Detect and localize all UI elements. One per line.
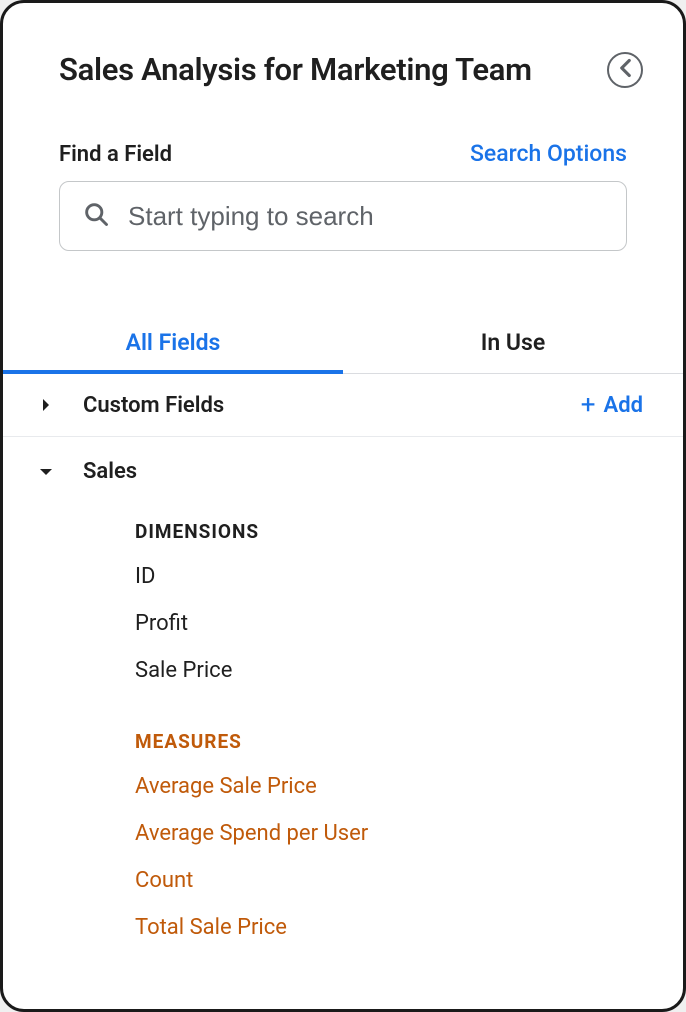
dimension-field-sale-price[interactable]: Sale Price: [135, 647, 643, 694]
find-field-label: Find a Field: [59, 142, 172, 167]
chevron-left-icon: [619, 58, 632, 82]
search-options-link[interactable]: Search Options: [470, 140, 627, 167]
dimensions-group-label: DIMENSIONS: [135, 520, 643, 543]
search-icon: [82, 200, 110, 232]
sales-label: Sales: [83, 459, 137, 484]
find-field-header: Find a Field Search Options: [3, 104, 683, 181]
panel-header: Sales Analysis for Marketing Team: [3, 3, 683, 104]
tab-all-fields[interactable]: All Fields: [3, 311, 343, 373]
measure-field-avg-sale-price[interactable]: Average Sale Price: [135, 763, 643, 810]
search-box[interactable]: [59, 181, 627, 251]
search-input[interactable]: [128, 201, 604, 232]
add-custom-field-button[interactable]: + Add: [581, 392, 643, 418]
add-label: Add: [604, 393, 643, 418]
panel-title: Sales Analysis for Marketing Team: [59, 51, 532, 88]
measures-group-label: MEASURES: [135, 730, 643, 753]
tab-in-use[interactable]: In Use: [343, 311, 683, 373]
custom-fields-label: Custom Fields: [83, 393, 224, 418]
measure-field-avg-spend-per-user[interactable]: Average Spend per User: [135, 810, 643, 857]
sales-section: Sales DIMENSIONS ID Profit Sale Price ME…: [3, 437, 683, 951]
sales-section-header[interactable]: Sales: [39, 459, 643, 484]
measure-field-count[interactable]: Count: [135, 857, 643, 904]
custom-fields-header-left: Custom Fields: [39, 393, 224, 418]
plus-icon: +: [581, 392, 596, 418]
collapse-button[interactable]: [607, 52, 643, 88]
field-picker-panel: Sales Analysis for Marketing Team Find a…: [0, 0, 686, 1012]
field-tabs: All Fields In Use: [3, 311, 683, 374]
dimension-field-profit[interactable]: Profit: [135, 600, 643, 647]
measure-field-total-sale-price[interactable]: Total Sale Price: [135, 904, 643, 951]
custom-fields-section[interactable]: Custom Fields + Add: [3, 374, 683, 437]
caret-right-icon: [39, 398, 53, 412]
sales-fields: DIMENSIONS ID Profit Sale Price MEASURES…: [39, 484, 643, 951]
caret-down-icon: [39, 467, 53, 477]
search-container: [3, 181, 683, 251]
dimension-field-id[interactable]: ID: [135, 553, 643, 600]
